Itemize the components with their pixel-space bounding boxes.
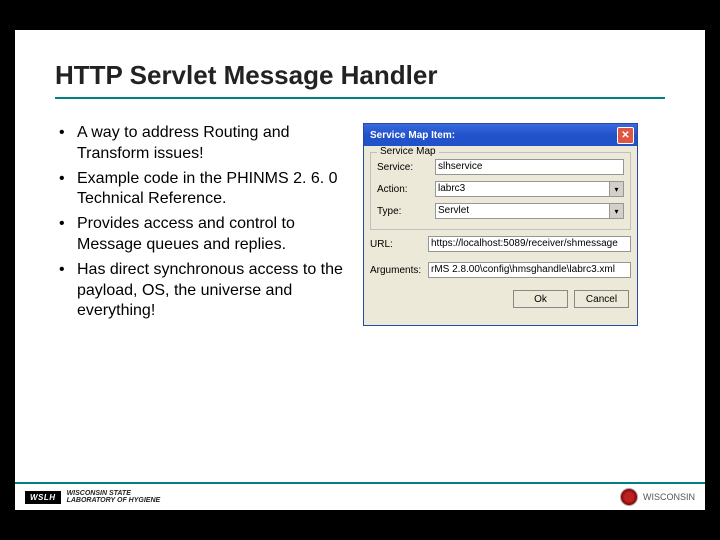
label-action: Action: — [377, 184, 435, 195]
footer: WSLH WISCONSIN STATE LABORATORY OF HYGIE… — [15, 484, 705, 510]
dialog-titlebar[interactable]: Service Map Item: ✕ — [364, 124, 637, 146]
slide-title: HTTP Servlet Message Handler — [55, 60, 665, 99]
bullet-item: Example code in the PHINMS 2. 6. 0 Techn… — [55, 169, 345, 211]
bullet-list: A way to address Routing and Transform i… — [55, 123, 345, 326]
cancel-button[interactable]: Cancel — [574, 290, 629, 308]
row-arguments: Arguments: rMS 2.8.00\config\hmsghandle\… — [364, 258, 637, 278]
row-action: Action: labrc3 ▾ — [377, 181, 624, 197]
service-map-dialog: Service Map Item: ✕ Service Map Service:… — [363, 123, 638, 326]
group-label: Service Map — [377, 146, 439, 157]
close-icon[interactable]: ✕ — [617, 127, 634, 144]
row-service: Service: slhservice — [377, 159, 624, 175]
wslh-text: WISCONSIN STATE LABORATORY OF HYGIENE — [67, 490, 161, 504]
row-type: Type: Servlet ▾ — [377, 203, 624, 219]
type-combo[interactable]: Servlet ▾ — [435, 203, 624, 219]
ok-button[interactable]: Ok — [513, 290, 568, 308]
chevron-down-icon[interactable]: ▾ — [610, 203, 624, 219]
arguments-input[interactable]: rMS 2.8.00\config\hmsghandle\labrc3.xml — [428, 262, 631, 278]
uw-crest-icon — [620, 488, 638, 506]
footer-right: WISCONSIN — [620, 488, 695, 506]
label-arguments: Arguments: — [370, 265, 428, 276]
url-input[interactable]: https://localhost:5089/receiver/shmessag… — [428, 236, 631, 252]
uw-text: WISCONSIN — [643, 493, 695, 502]
type-value: Servlet — [435, 203, 610, 219]
action-value: labrc3 — [435, 181, 610, 197]
row-url: URL: https://localhost:5089/receiver/shm… — [364, 236, 637, 252]
chevron-down-icon[interactable]: ▾ — [610, 181, 624, 197]
wslh-line1: WISCONSIN STATE — [67, 490, 161, 497]
service-input[interactable]: slhservice — [435, 159, 624, 175]
bullet-item: Provides access and control to Message q… — [55, 214, 345, 256]
bullet-item: Has direct synchronous access to the pay… — [55, 260, 345, 322]
content-area: A way to address Routing and Transform i… — [55, 123, 665, 326]
label-url: URL: — [370, 239, 428, 250]
dialog-button-row: Ok Cancel — [364, 284, 637, 316]
label-type: Type: — [377, 206, 435, 217]
label-service: Service: — [377, 162, 435, 173]
service-map-group: Service Map Service: slhservice Action: … — [370, 152, 631, 230]
wslh-line2: LABORATORY OF HYGIENE — [67, 497, 161, 504]
bullet-item: A way to address Routing and Transform i… — [55, 123, 345, 165]
action-combo[interactable]: labrc3 ▾ — [435, 181, 624, 197]
footer-left: WSLH WISCONSIN STATE LABORATORY OF HYGIE… — [25, 490, 160, 504]
dialog-title: Service Map Item: — [370, 130, 455, 141]
wslh-logo: WSLH — [25, 491, 61, 504]
slide: HTTP Servlet Message Handler A way to ad… — [15, 30, 705, 510]
